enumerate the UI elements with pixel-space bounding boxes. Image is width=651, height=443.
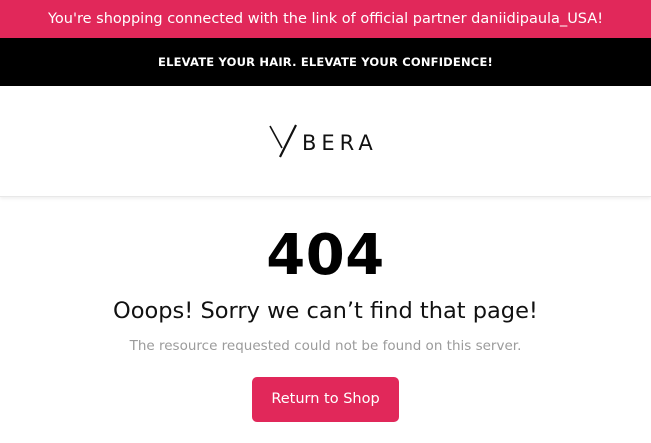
partner-banner-text: You're shopping connected with the link … (47, 11, 604, 27)
partner-banner: You're shopping connected with the link … (0, 0, 651, 38)
promo-banner: ELEVATE YOUR HAIR. ELEVATE YOUR CONFIDEN… (0, 38, 651, 86)
error-description: The resource requested could not be foun… (129, 338, 522, 354)
error-title: Ooops! Sorry we can’t find that page! (113, 298, 538, 324)
ybera-logo-mark: BERA (268, 124, 378, 158)
error-content: 404 Ooops! Sorry we can’t find that page… (0, 197, 651, 422)
ybera-logo[interactable]: BERA (0, 86, 651, 196)
promo-banner-text: ELEVATE YOUR HAIR. ELEVATE YOUR CONFIDEN… (158, 55, 493, 69)
site-header: BERA (0, 86, 651, 197)
return-to-shop-button[interactable]: Return to Shop (252, 377, 399, 422)
error-code: 404 (266, 223, 385, 288)
svg-text:BERA: BERA (302, 131, 378, 155)
